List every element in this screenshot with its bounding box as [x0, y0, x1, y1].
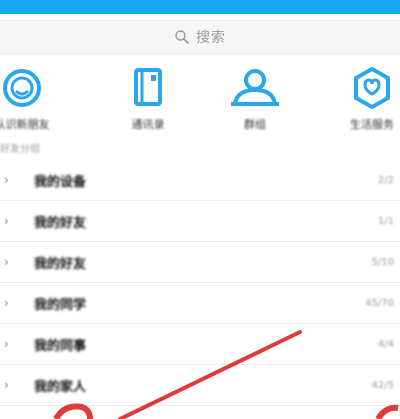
chevron-right-icon: ›: [4, 214, 9, 228]
chevron-right-icon: ›: [4, 337, 9, 351]
group-icon: [231, 69, 279, 106]
book-icon: [134, 68, 162, 106]
group-row[interactable]: › 我的同学 45/70: [0, 283, 400, 324]
quick-action-label: 通讯录: [131, 118, 165, 131]
group-name: 我的同事: [34, 338, 87, 354]
quick-action-life-services[interactable]: 生活服务: [322, 66, 400, 136]
quick-action-new-friends[interactable]: 认识新朋友: [0, 66, 72, 136]
status-bar: [0, 0, 400, 14]
quick-action-label: 认识新朋友: [0, 118, 50, 131]
group-count: 5/10: [371, 256, 394, 268]
quick-action-label: 生活服务: [350, 118, 394, 131]
quick-actions: 认识新朋友 通讯录 群组 生活服务: [0, 66, 400, 136]
group-row[interactable]: › 我的同事 4/4: [0, 324, 400, 365]
group-name: 我的同学: [34, 297, 87, 313]
chevron-right-icon: ›: [4, 173, 9, 187]
group-count: 42/5: [371, 379, 394, 391]
group-count: 2/2: [377, 174, 394, 186]
section-title: 好友分组: [0, 144, 40, 155]
group-row[interactable]: › 我的家人 42/5: [0, 365, 400, 406]
group-list: › 我的设备 2/2 › 我的好友 1/1 › 我的好友 5/10 › 我的同学…: [0, 160, 400, 406]
group-row[interactable]: › 我的设备 2/2: [0, 160, 400, 201]
search-icon: [175, 30, 189, 44]
group-count: 4/4: [377, 338, 394, 350]
quick-action-groups[interactable]: 群组: [205, 66, 305, 136]
group-name: 我的好友: [34, 256, 87, 272]
quick-action-label: 群组: [244, 118, 266, 131]
smile-face-icon: [3, 69, 41, 107]
group-count: 45/70: [365, 297, 394, 309]
group-row[interactable]: › 我的好友 1/1: [0, 201, 400, 242]
search-placeholder: 搜索: [196, 30, 226, 46]
group-name: 我的设备: [34, 174, 87, 190]
chevron-right-icon: ›: [4, 378, 9, 392]
quick-action-contacts[interactable]: 通讯录: [98, 66, 198, 136]
heart-hexagon-icon: [354, 66, 390, 110]
chevron-right-icon: ›: [4, 255, 9, 269]
chevron-right-icon: ›: [4, 296, 9, 310]
group-name: 我的家人: [34, 379, 87, 395]
group-name: 我的好友: [34, 215, 87, 231]
group-count: 1/1: [377, 215, 394, 227]
group-row[interactable]: › 我的好友 5/10: [0, 242, 400, 283]
search-bar[interactable]: 搜索: [0, 20, 400, 54]
